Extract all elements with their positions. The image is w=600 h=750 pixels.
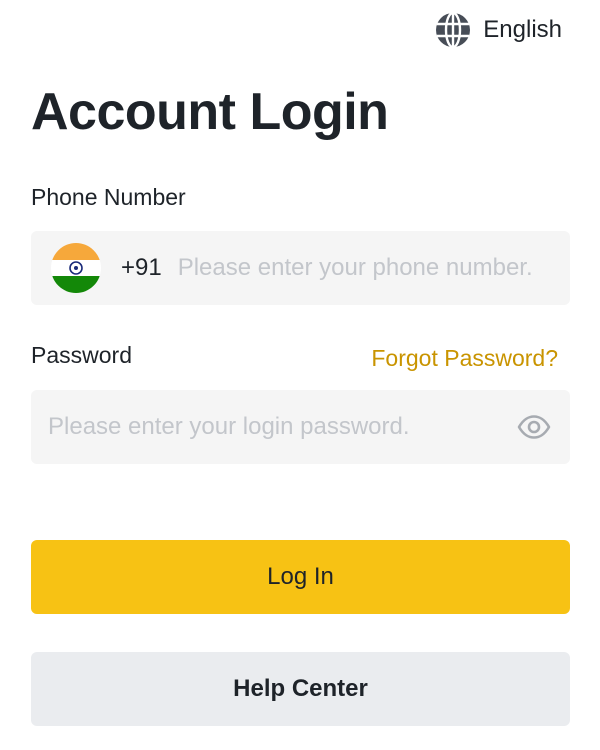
password-label: Password xyxy=(31,342,132,368)
forgot-password-link[interactable]: Forgot Password? xyxy=(371,345,558,372)
eye-icon xyxy=(517,415,551,439)
phone-number-input[interactable] xyxy=(177,254,570,282)
india-flag-icon[interactable] xyxy=(51,243,101,293)
password-input[interactable] xyxy=(48,413,516,441)
language-switcher[interactable]: English xyxy=(435,12,562,48)
country-code[interactable]: +91 xyxy=(121,254,162,282)
phone-number-label: Phone Number xyxy=(31,184,186,210)
language-label: English xyxy=(483,16,562,43)
password-input-container[interactable] xyxy=(31,390,570,464)
help-center-button[interactable]: Help Center xyxy=(31,652,570,726)
globe-icon xyxy=(436,12,471,48)
page-title: Account Login xyxy=(31,83,389,141)
login-button[interactable]: Log In xyxy=(31,540,570,614)
show-password-button[interactable] xyxy=(516,409,552,445)
phone-input-container[interactable]: +91 xyxy=(31,231,570,305)
